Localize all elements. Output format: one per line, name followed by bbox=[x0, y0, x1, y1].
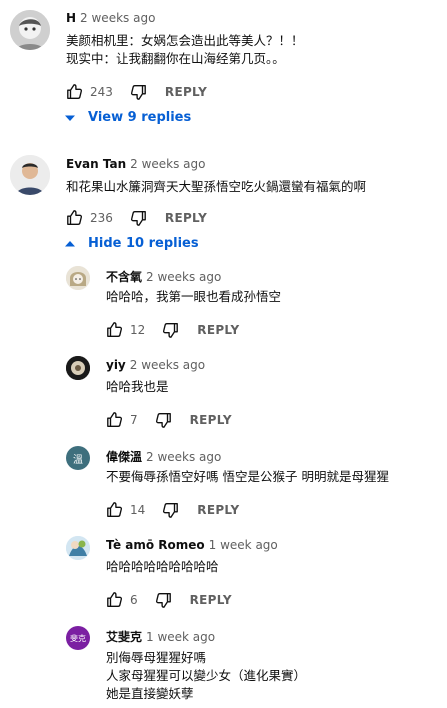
comment-author[interactable]: H2 weeks ago bbox=[66, 11, 155, 25]
reply-button[interactable]: REPLY bbox=[197, 503, 239, 517]
comment-author[interactable]: Evan Tan 2 weeks ago bbox=[66, 157, 205, 171]
comment-text: 美颜相机里：女娲怎会造出此等美人？！！ 现实中：让我翻翻你在山海经第几页。。 bbox=[66, 33, 304, 66]
avatar-initial: 斐克 bbox=[70, 633, 86, 643]
like-icon[interactable] bbox=[66, 83, 84, 101]
reply-text: 哈哈哈哈哈哈哈哈哈 bbox=[106, 559, 219, 574]
dislike-icon[interactable] bbox=[129, 83, 147, 101]
like-icon[interactable] bbox=[66, 209, 84, 227]
reply-text: 別侮辱母猩猩好嗎 人家母猩猩可以變少女（進化果實） 她是直接變妖孽 bbox=[106, 650, 307, 701]
like-icon[interactable] bbox=[106, 321, 124, 339]
like-icon[interactable] bbox=[106, 411, 124, 429]
reply-author[interactable]: Tè amō Romeo 1 week ago bbox=[106, 538, 278, 552]
avatar[interactable] bbox=[66, 266, 90, 290]
view-replies-button[interactable]: View 9 replies bbox=[64, 110, 191, 125]
avatar-image-icon bbox=[66, 536, 90, 560]
reply-text: 不要侮辱孫悟空好嗎 悟空是公猴子 明明就是母猩猩 bbox=[106, 469, 389, 484]
like-count: 236 bbox=[90, 211, 113, 225]
reply-time[interactable]: 2 weeks ago bbox=[146, 450, 221, 464]
reply-button[interactable]: REPLY bbox=[165, 85, 207, 99]
comment-time[interactable]: 2 weeks ago bbox=[130, 157, 205, 171]
avatar[interactable] bbox=[10, 10, 50, 50]
caret-up-icon bbox=[65, 240, 75, 246]
dislike-icon[interactable] bbox=[161, 501, 179, 519]
like-icon[interactable] bbox=[106, 501, 124, 519]
reply-actions: 14 REPLY bbox=[106, 500, 239, 520]
reply-button[interactable]: REPLY bbox=[190, 413, 232, 427]
dislike-icon[interactable] bbox=[161, 321, 179, 339]
like-count: 6 bbox=[130, 593, 138, 607]
avatar[interactable] bbox=[10, 155, 50, 195]
reply-time[interactable]: 2 weeks ago bbox=[130, 358, 205, 372]
reply-time[interactable]: 2 weeks ago bbox=[146, 270, 221, 284]
avatar-image-icon bbox=[10, 155, 50, 195]
reply-author[interactable]: yiy 2 weeks ago bbox=[106, 358, 205, 372]
reply-time[interactable]: 1 week ago bbox=[146, 630, 215, 644]
like-count: 14 bbox=[130, 503, 146, 517]
avatar-image-icon bbox=[10, 10, 50, 50]
caret-down-icon bbox=[65, 115, 75, 121]
reply-author[interactable]: 艾斐克 1 week ago bbox=[106, 628, 215, 645]
comment-text: 和花果山水簾洞齊天大聖孫悟空吃火鍋還蠻有福氣的啊 bbox=[66, 179, 367, 194]
avatar[interactable]: 溫 bbox=[66, 446, 90, 470]
comment-time[interactable]: 2 weeks ago bbox=[80, 11, 155, 25]
reply-time[interactable]: 1 week ago bbox=[209, 538, 278, 552]
avatar[interactable] bbox=[66, 536, 90, 560]
dislike-icon[interactable] bbox=[129, 209, 147, 227]
reply-button[interactable]: REPLY bbox=[165, 211, 207, 225]
reply-author[interactable]: 偉傑溫 2 weeks ago bbox=[106, 448, 221, 465]
hide-replies-button[interactable]: Hide 10 replies bbox=[64, 236, 199, 251]
avatar-image-icon bbox=[66, 266, 90, 290]
like-icon[interactable] bbox=[106, 591, 124, 609]
reply-button[interactable]: REPLY bbox=[197, 323, 239, 337]
reply-button[interactable]: REPLY bbox=[190, 593, 232, 607]
reply-text: 哈哈我也是 bbox=[106, 379, 169, 394]
dislike-icon[interactable] bbox=[154, 591, 172, 609]
comment-actions: 236 REPLY bbox=[66, 208, 207, 228]
avatar-initial: 溫 bbox=[73, 454, 83, 466]
reply-actions: 12 REPLY bbox=[106, 320, 239, 340]
avatar[interactable] bbox=[66, 356, 90, 380]
reply-author[interactable]: 不含氧 2 weeks ago bbox=[106, 268, 221, 285]
like-count: 12 bbox=[130, 323, 146, 337]
dislike-icon[interactable] bbox=[154, 411, 172, 429]
avatar-image-icon bbox=[66, 356, 90, 380]
reply-actions: 6 REPLY bbox=[106, 590, 232, 610]
like-count: 7 bbox=[130, 413, 138, 427]
comment-actions: 243 REPLY bbox=[66, 82, 207, 102]
avatar[interactable]: 斐克 bbox=[66, 626, 90, 650]
reply-text: 哈哈哈，我第一眼也看成孙悟空 bbox=[106, 289, 282, 304]
reply-actions: 7 REPLY bbox=[106, 410, 232, 430]
like-count: 243 bbox=[90, 85, 113, 99]
